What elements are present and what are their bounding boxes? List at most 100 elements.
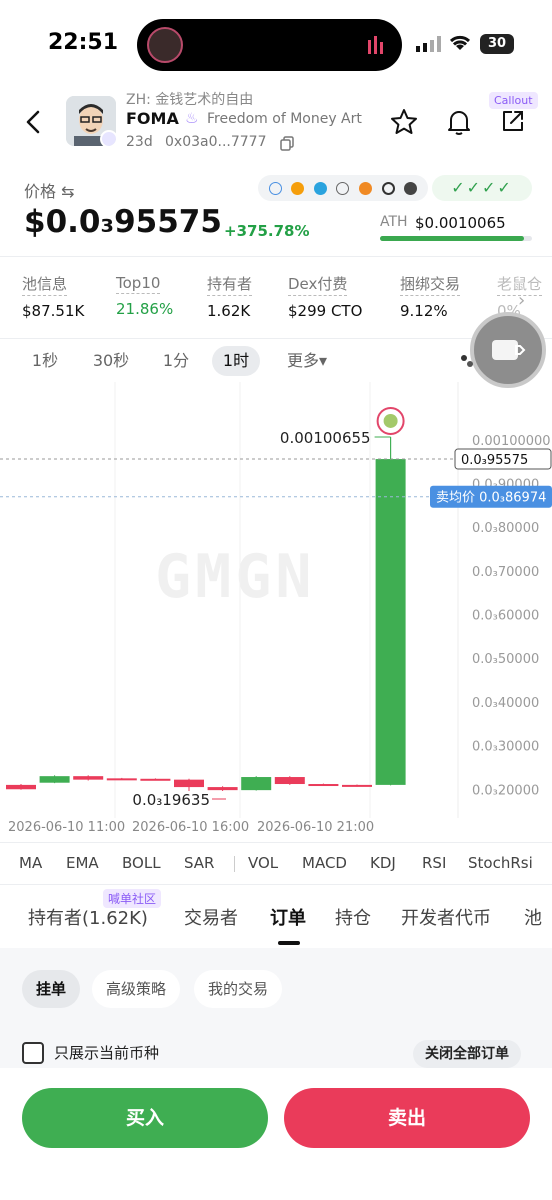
candle-body	[140, 778, 171, 781]
user-icon[interactable]	[268, 181, 282, 195]
tab-positions[interactable]: 持仓	[335, 904, 371, 930]
stat-holders[interactable]: 持有者 1.62K	[207, 273, 253, 320]
search-icon[interactable]	[381, 181, 395, 195]
current-token-only-checkbox[interactable]	[22, 1042, 44, 1064]
y-tick-label: 0.0₃40000	[472, 696, 539, 711]
stat-value: $87.51K	[22, 302, 85, 320]
timeframe-1h[interactable]: 1时	[212, 346, 260, 376]
ath-progress-bar	[380, 236, 532, 241]
tab-pool[interactable]: 池	[524, 904, 542, 930]
indicator-boll[interactable]: BOLL	[122, 854, 161, 872]
token-symbol: FOMA	[126, 109, 179, 128]
callout-badge[interactable]: Callout	[489, 92, 538, 109]
candle-body	[308, 784, 339, 787]
website-icon[interactable]	[336, 181, 350, 195]
warning-icon[interactable]	[291, 181, 305, 195]
y-tick-label: 0.00100000	[472, 434, 551, 449]
stat-value: 1.62K	[207, 302, 251, 320]
bell-icon[interactable]	[446, 108, 472, 136]
stat-pool[interactable]: 池信息 $87.51K	[22, 273, 84, 320]
candle-body	[274, 777, 305, 785]
cellular-signal-icon	[416, 36, 441, 52]
tab-holders[interactable]: 持有者(1.62K)	[28, 904, 148, 930]
indicator-stochrsi[interactable]: StochRsi	[468, 854, 533, 872]
price-chart[interactable]: GMGN 0.00100000 0.0₃90000 0.0₃80000 0.0₃700…	[0, 382, 552, 818]
candlestick-chart[interactable]: 0.001000000.0₃900000.0₃800000.0₃700000.0…	[0, 382, 552, 818]
timeframe-1m[interactable]: 1分	[152, 346, 200, 376]
token-age: 23d	[126, 134, 153, 150]
tab-orders[interactable]: 订单	[270, 904, 306, 930]
chain-badge-icon	[100, 130, 116, 146]
telegram-icon[interactable]	[313, 181, 327, 195]
tab-traders[interactable]: 交易者	[184, 904, 238, 930]
x-tick: 2026-06-10 21:00	[257, 820, 375, 835]
stat-label: 捆绑交易	[400, 273, 461, 296]
indicator-rsi[interactable]: RSI	[422, 854, 446, 872]
stat-label: Top10	[116, 274, 161, 294]
timeframe-1s[interactable]: 1秒	[20, 346, 70, 376]
close-all-orders-button[interactable]: 关闭全部订单	[413, 1040, 521, 1068]
indicator-kdj[interactable]: KDJ	[370, 854, 396, 872]
candle-body	[375, 459, 406, 785]
pill-limit-orders[interactable]: 挂单	[22, 970, 81, 1008]
sell-button[interactable]: 卖出	[284, 1088, 530, 1148]
indicator-ma[interactable]: MA	[19, 854, 42, 872]
pill-my-trades[interactable]: 我的交易	[194, 970, 283, 1008]
tab-dev-tokens[interactable]: 开发者代币	[401, 904, 491, 930]
favorite-star-icon[interactable]	[390, 108, 418, 136]
indicator-divider	[234, 856, 235, 872]
token-name: Freedom of Money Art	[207, 111, 362, 127]
stat-bundle[interactable]: 捆绑交易 9.12%	[400, 273, 461, 320]
y-tick-label: 0.0₃80000	[472, 521, 539, 536]
wallet-icon	[492, 340, 526, 360]
token-zh-name: ZH: 金钱艺术的自由	[126, 92, 254, 108]
candle-body	[241, 777, 272, 791]
settings-icon[interactable]	[404, 181, 418, 195]
dynamic-island	[137, 19, 402, 71]
floating-wallet-button[interactable]	[461, 312, 546, 388]
y-tick-label: 0.0₃30000	[472, 740, 539, 755]
trade-marker-icon	[383, 413, 398, 428]
y-tick-label: 0.0₃70000	[472, 565, 539, 580]
metamask-icon[interactable]	[359, 181, 373, 195]
buy-button[interactable]: 买入	[22, 1088, 268, 1148]
security-checks[interactable]: ✓✓✓✓	[432, 175, 532, 201]
candle-body	[6, 784, 36, 790]
indicator-macd[interactable]: MACD	[302, 854, 347, 872]
clock: 22:51	[48, 30, 119, 55]
stat-value: $299 CTO	[288, 302, 363, 320]
candle-body	[342, 784, 372, 787]
wifi-icon	[449, 35, 471, 50]
token-avatar	[66, 96, 116, 146]
back-icon[interactable]	[20, 106, 48, 138]
stat-top10[interactable]: Top10 21.86%	[116, 273, 173, 318]
y-tick-label: 0.0₃20000	[472, 783, 539, 798]
chevron-right-icon[interactable]: ›	[518, 290, 525, 311]
current-price: $0.0₃95575	[24, 204, 222, 240]
pill-advanced-strategy[interactable]: 高级策略	[92, 970, 181, 1008]
indicator-sar[interactable]: SAR	[184, 854, 214, 872]
ath-progress-fill	[380, 236, 525, 241]
high-price-label: 0.00100655	[280, 429, 371, 447]
stat-dex-paid[interactable]: Dex付费 $299 CTO	[288, 273, 362, 320]
battery-icon: 30	[480, 34, 514, 54]
price-label[interactable]: 价格 ⇆	[24, 178, 75, 202]
copy-icon[interactable]	[280, 136, 294, 151]
active-tab-indicator	[278, 941, 300, 945]
island-avatar-icon	[147, 27, 183, 63]
flame-icon: ♨	[185, 109, 199, 127]
audio-bars-icon	[368, 36, 383, 54]
status-bar: 22:51 30	[0, 0, 552, 80]
timeframe-30s[interactable]: 30秒	[84, 346, 138, 376]
share-icon[interactable]	[500, 108, 526, 134]
stat-label: Dex付费	[288, 273, 348, 296]
y-tick-label: 0.0₃50000	[472, 652, 539, 667]
candle-body	[174, 779, 204, 788]
avg-sell-label: 卖均价 0.0₃86974	[436, 491, 546, 506]
timeframe-more[interactable]: 更多▾	[274, 346, 340, 376]
token-address[interactable]: 0x03a0...7777	[165, 134, 266, 150]
indicator-ema[interactable]: EMA	[66, 854, 99, 872]
indicator-vol[interactable]: VOL	[248, 854, 278, 872]
low-price-label: 0.0₃19635	[132, 791, 210, 809]
candle-body	[73, 776, 104, 780]
